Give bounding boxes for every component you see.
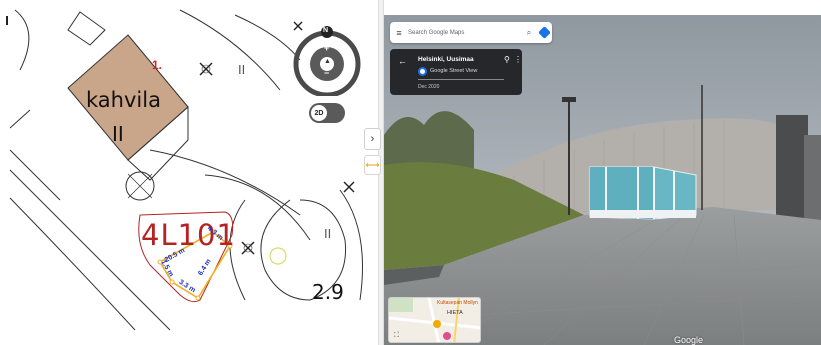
mini-map-label: HIETA bbox=[447, 310, 463, 316]
street-view-pane[interactable]: ≡ Search Google Maps ⌕ ← Helsinki, Uusim… bbox=[384, 15, 821, 345]
capture-date[interactable]: Dec 2020 bbox=[418, 84, 439, 90]
collapse-panel-button[interactable]: › bbox=[364, 128, 381, 150]
app-root: kahvila II 1. II II 4L101 2.9 4.3 m 20.5… bbox=[0, 0, 821, 345]
more-options-icon[interactable]: ⋮ bbox=[514, 55, 522, 64]
location-pin-icon[interactable]: ⚲ bbox=[504, 55, 510, 64]
street-view-icon bbox=[418, 67, 427, 76]
mini-map-poi: Kultasepän Mollyn bbox=[437, 300, 478, 306]
back-arrow-icon[interactable]: ← bbox=[398, 56, 407, 66]
google-watermark: Google bbox=[674, 335, 704, 345]
expand-icon[interactable]: ⛶ bbox=[394, 332, 399, 340]
resize-handle[interactable]: ⟷ bbox=[364, 155, 381, 175]
search-icon[interactable]: ⌕ bbox=[522, 28, 536, 38]
elevation-label: 2.9 bbox=[312, 280, 344, 304]
street-view-info-card: ← Helsinki, Uusimaa ⚲ ⋮ Google Street Vi… bbox=[390, 49, 522, 95]
site-plan-map[interactable]: kahvila II 1. II II 4L101 2.9 4.3 m 20.5… bbox=[0, 0, 378, 345]
zoom-in-button[interactable]: + bbox=[324, 43, 329, 53]
card-divider bbox=[418, 79, 504, 80]
chevron-right-icon: › bbox=[370, 133, 375, 145]
floor-mark: II bbox=[324, 226, 332, 241]
edge-tick bbox=[6, 16, 8, 25]
building-name-label: kahvila bbox=[86, 88, 161, 112]
search-input[interactable]: Search Google Maps bbox=[408, 30, 522, 36]
mini-map[interactable]: Kultasepän Mollyn HIETA ⛶ bbox=[388, 297, 481, 343]
marker-number: 1. bbox=[152, 58, 163, 72]
north-arrow-icon: ▲ bbox=[324, 58, 331, 65]
view-mode-label: 2D bbox=[311, 105, 327, 121]
maps-search-bar[interactable]: ≡ Search Google Maps ⌕ bbox=[390, 22, 552, 43]
floor-mark: II bbox=[238, 62, 246, 77]
resize-icon: ⟷ bbox=[365, 159, 380, 171]
building-floor-label: II bbox=[112, 122, 124, 146]
menu-icon[interactable]: ≡ bbox=[390, 28, 408, 38]
compass-control[interactable]: N + − ▲ bbox=[292, 26, 362, 96]
imagery-source: Google Street View bbox=[430, 68, 478, 74]
view-mode-toggle[interactable]: 2D bbox=[309, 103, 345, 123]
north-label: N bbox=[323, 27, 329, 34]
location-name: Helsinki, Uusimaa bbox=[418, 56, 474, 63]
zoom-out-button[interactable]: − bbox=[324, 68, 329, 78]
directions-icon[interactable] bbox=[536, 25, 552, 41]
